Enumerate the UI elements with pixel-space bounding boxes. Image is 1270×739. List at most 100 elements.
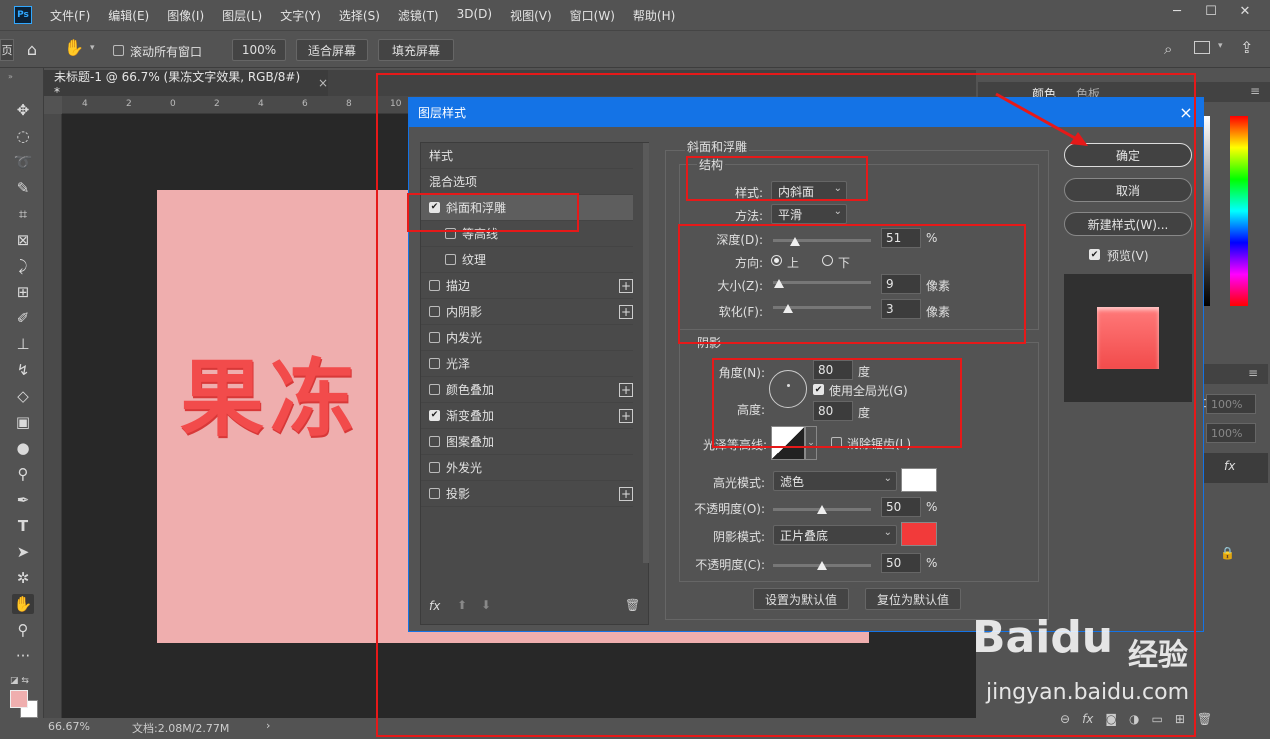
shadow-opacity-input[interactable]: 50	[881, 553, 921, 573]
new-style-button[interactable]: 新建样式(W)...	[1064, 212, 1192, 236]
bevel-style-select[interactable]: 内斜面 ⌄	[771, 181, 847, 201]
add-effect-icon[interactable]: +	[619, 383, 633, 397]
size-slider-track[interactable]	[773, 281, 871, 284]
move-down-icon[interactable]: ⬇	[481, 598, 491, 612]
zoom-100-button[interactable]: 100%	[232, 39, 286, 61]
path-select-tool-icon[interactable]: ➤	[12, 542, 34, 562]
style-item-11[interactable]: 图案叠加	[421, 429, 633, 455]
style-item-2[interactable]: ✔ 斜面和浮雕	[421, 195, 633, 221]
highlight-opacity-thumb[interactable]	[817, 505, 827, 514]
minimize-icon[interactable]: ─	[1160, 0, 1194, 22]
zoom-tool-icon[interactable]: ⚲	[12, 620, 34, 640]
set-default-button[interactable]: 设置为默认值	[753, 588, 849, 610]
blur-tool-icon[interactable]: ●	[12, 438, 34, 458]
dodge-tool-icon[interactable]: ⚲	[12, 464, 34, 484]
document-tab[interactable]: 未标题-1 @ 66.7% (果冻文字效果, RGB/8#) * ×	[44, 70, 328, 99]
highlight-opacity-input[interactable]: 50	[881, 497, 921, 517]
style-item-0[interactable]: 样式	[421, 143, 633, 169]
fill-field[interactable]: 100%	[1206, 423, 1256, 443]
add-effect-icon[interactable]: +	[619, 409, 633, 423]
direction-up-radio[interactable]	[771, 255, 782, 266]
home-icon[interactable]: ⌂	[22, 39, 42, 59]
dialog-close-icon[interactable]: ×	[1177, 102, 1195, 122]
contour-chevron-icon[interactable]: ⌄	[805, 426, 817, 460]
tab-close-icon[interactable]: ×	[318, 76, 328, 90]
eraser-tool-icon[interactable]: ◇	[12, 386, 34, 406]
layers-menu-icon[interactable]: ≡	[1248, 366, 1258, 380]
angle-input[interactable]: 80	[813, 360, 853, 380]
shadow-mode-select[interactable]: 正片叠底 ⌄	[773, 525, 897, 545]
angle-dial[interactable]	[769, 370, 807, 408]
brush-tool-icon[interactable]: ✐	[12, 308, 34, 328]
size-slider-thumb[interactable]	[773, 279, 784, 288]
style-item-checkbox[interactable]	[429, 358, 440, 369]
eyedropper-tool-icon[interactable]: ⤸	[12, 256, 34, 276]
healing-tool-icon[interactable]: ⊞	[12, 282, 34, 302]
fit-screen-button[interactable]: 适合屏幕	[296, 39, 368, 61]
reset-default-button[interactable]: 复位为默认值	[865, 588, 961, 610]
adjustment-icon[interactable]: ◑	[1129, 712, 1139, 734]
anti-alias-checkbox[interactable]	[831, 437, 842, 448]
lasso-tool-icon[interactable]: ➰	[12, 152, 34, 172]
search-icon[interactable]: ⌕	[1164, 40, 1172, 58]
add-style-icon[interactable]: fx	[1082, 712, 1093, 734]
style-item-checkbox[interactable]	[429, 280, 440, 291]
opacity-field[interactable]: 100%	[1206, 394, 1256, 414]
move-up-icon[interactable]: ⬆	[457, 598, 467, 612]
default-colors-icon[interactable]: ◪ ⇆	[10, 676, 29, 686]
close-window-icon[interactable]: ✕	[1228, 0, 1262, 22]
depth-slider-track[interactable]	[773, 239, 871, 242]
soften-input[interactable]: 3	[881, 299, 921, 319]
menu-item-9[interactable]: 窗口(W)	[570, 7, 615, 24]
marquee-tool-icon[interactable]: ◌	[12, 126, 34, 146]
style-item-8[interactable]: 光泽	[421, 351, 633, 377]
shadow-color-swatch[interactable]	[901, 522, 937, 546]
style-item-checkbox[interactable]	[429, 488, 440, 499]
menu-item-4[interactable]: 文字(Y)	[280, 7, 321, 24]
preview-checkbox[interactable]: ✔	[1089, 249, 1100, 260]
gradient-tool-icon[interactable]: ▣	[12, 412, 34, 432]
soften-slider-thumb[interactable]	[782, 304, 793, 313]
new-layer-icon[interactable]: ⊞	[1175, 712, 1185, 734]
method-select[interactable]: 平滑 ⌄	[771, 204, 847, 224]
delete-effect-icon[interactable]: 🗑	[625, 598, 640, 612]
link-layers-icon[interactable]: ⊖	[1060, 712, 1070, 734]
add-effect-icon[interactable]: +	[619, 279, 633, 293]
highlight-mode-select[interactable]: 滤色 ⌄	[773, 471, 897, 491]
chevron-down-icon[interactable]: ▾	[90, 43, 95, 53]
style-item-7[interactable]: 内发光	[421, 325, 633, 351]
more-tools-icon[interactable]: ···	[12, 646, 34, 666]
share-icon[interactable]: ⇪	[1240, 38, 1253, 57]
menu-item-3[interactable]: 图层(L)	[222, 7, 262, 24]
hue-strip[interactable]	[1230, 116, 1248, 306]
style-item-checkbox[interactable]	[445, 228, 456, 239]
fill-screen-button[interactable]: 填充屏幕	[378, 39, 454, 61]
depth-slider-thumb[interactable]	[789, 237, 800, 246]
zoom-readout[interactable]: 66.67%	[48, 720, 90, 733]
style-item-checkbox[interactable]	[429, 384, 440, 395]
global-light-checkbox[interactable]: ✔	[813, 384, 824, 395]
size-input[interactable]: 9	[881, 274, 921, 294]
style-item-12[interactable]: 外发光	[421, 455, 633, 481]
direction-down-radio[interactable]	[822, 255, 833, 266]
depth-input[interactable]: 51	[881, 228, 921, 248]
status-arrow-icon[interactable]: ›	[266, 719, 270, 732]
shadow-opacity-thumb[interactable]	[817, 561, 827, 570]
history-brush-icon[interactable]: ↯	[12, 360, 34, 380]
style-item-checkbox[interactable]	[445, 254, 456, 265]
style-item-10[interactable]: ✔ 渐变叠加 +	[421, 403, 633, 429]
workspace-icon[interactable]	[1194, 41, 1210, 54]
group-icon[interactable]: ▭	[1152, 712, 1163, 734]
frame-tool-icon[interactable]: ⊠	[12, 230, 34, 250]
style-item-4[interactable]: 纹理	[421, 247, 633, 273]
workspace-chevron-icon[interactable]: ▾	[1218, 41, 1223, 51]
style-item-checkbox[interactable]: ✔	[429, 410, 440, 421]
hand-tool-icon[interactable]: ✋	[12, 594, 34, 614]
type-tool-icon[interactable]: T	[12, 516, 34, 536]
collapse-toolbar-icon[interactable]: »	[8, 72, 13, 81]
highlight-color-swatch[interactable]	[901, 468, 937, 492]
trash-icon[interactable]: 🗑	[1197, 712, 1212, 734]
pen-tool-icon[interactable]: ✒	[12, 490, 34, 510]
style-item-checkbox[interactable]	[429, 332, 440, 343]
add-effect-icon[interactable]: +	[619, 305, 633, 319]
